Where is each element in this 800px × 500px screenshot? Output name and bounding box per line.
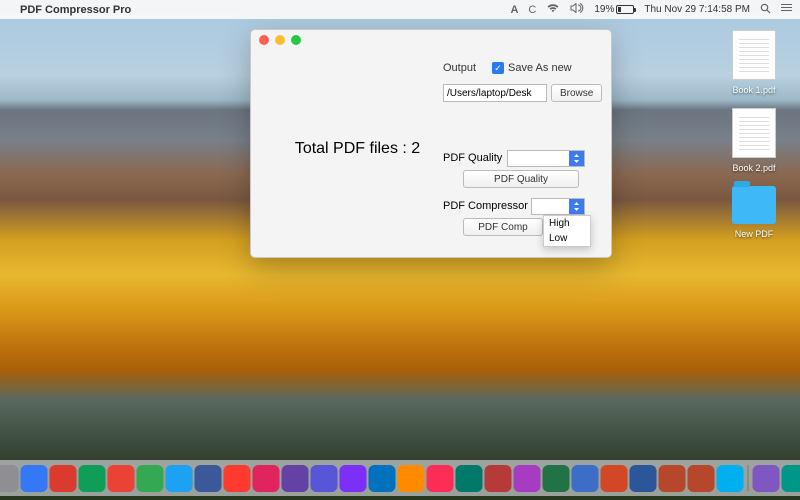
pdf-quality-select[interactable] <box>507 150 585 167</box>
dock-app-18[interactable] <box>456 465 483 492</box>
dock-app-22[interactable] <box>572 465 599 492</box>
dock <box>0 460 800 496</box>
compressor-dropdown-menu: High Low <box>543 215 591 247</box>
save-as-new-label: Save As new <box>508 62 572 74</box>
dock-app-27[interactable] <box>717 465 744 492</box>
window-zoom-button[interactable] <box>291 35 301 45</box>
window-close-button[interactable] <box>259 35 269 45</box>
dock-app-9[interactable] <box>195 465 222 492</box>
desktop-folder-label: New PDF <box>724 228 784 240</box>
output-label: Output <box>443 62 476 74</box>
spotlight-icon[interactable] <box>760 3 771 17</box>
wifi-icon[interactable] <box>546 3 560 16</box>
clock-label: Thu Nov 29 7:14:58 PM <box>644 4 750 15</box>
pdf-file-icon <box>732 30 776 80</box>
dock-app-12[interactable] <box>282 465 309 492</box>
dock-app-21[interactable] <box>543 465 570 492</box>
chevron-updown-icon <box>569 151 584 166</box>
dock-separator <box>748 465 749 491</box>
folder-icon <box>732 186 776 224</box>
pdf-compressor-label: PDF Compressor <box>443 200 528 212</box>
notification-center-icon[interactable] <box>781 3 792 16</box>
dock-app-7[interactable] <box>137 465 164 492</box>
dock-app-28[interactable] <box>753 465 780 492</box>
dock-app-3[interactable] <box>21 465 48 492</box>
window-titlebar[interactable] <box>251 30 611 50</box>
chevron-updown-icon <box>569 199 584 214</box>
pdf-quality-label: PDF Quality <box>443 152 502 164</box>
dock-app-2[interactable] <box>0 465 19 492</box>
dock-app-5[interactable] <box>79 465 106 492</box>
dock-app-23[interactable] <box>601 465 628 492</box>
dock-app-4[interactable] <box>50 465 77 492</box>
dock-app-25[interactable] <box>659 465 686 492</box>
dock-app-10[interactable] <box>224 465 251 492</box>
dropdown-option-low[interactable]: Low <box>544 231 590 246</box>
pdf-file-icon <box>732 108 776 158</box>
window-minimize-button[interactable] <box>275 35 285 45</box>
save-as-new-checkbox[interactable]: ✓ <box>492 62 504 74</box>
desktop-file-book2[interactable]: Book 2.pdf <box>724 108 784 174</box>
app-window: Total PDF files : 2 Output ✓ Save As new… <box>250 29 612 258</box>
output-path-input[interactable] <box>443 84 547 102</box>
volume-icon[interactable] <box>570 3 584 16</box>
battery-status[interactable]: 19% <box>594 4 634 15</box>
dock-app-26[interactable] <box>688 465 715 492</box>
dropdown-option-high[interactable]: High <box>544 216 590 231</box>
pdf-compressor-button[interactable]: PDF Comp <box>463 218 543 236</box>
app-menu-name[interactable]: PDF Compressor Pro <box>20 4 131 16</box>
battery-percent-label: 19% <box>594 4 614 15</box>
pdf-compressor-select[interactable] <box>531 198 585 215</box>
pdf-quality-button[interactable]: PDF Quality <box>463 170 579 188</box>
dock-app-14[interactable] <box>340 465 367 492</box>
dock-app-13[interactable] <box>311 465 338 492</box>
desktop-folder-newpdf[interactable]: New PDF <box>724 186 784 240</box>
battery-icon <box>616 5 634 14</box>
dock-app-20[interactable] <box>514 465 541 492</box>
adobe-menu-icon[interactable]: A <box>510 4 518 16</box>
total-files-label: Total PDF files : 2 <box>265 140 450 158</box>
dock-app-8[interactable] <box>166 465 193 492</box>
dock-app-29[interactable] <box>782 465 800 492</box>
browse-button[interactable]: Browse <box>551 84 602 102</box>
dock-app-6[interactable] <box>108 465 135 492</box>
dock-app-17[interactable] <box>427 465 454 492</box>
dock-app-24[interactable] <box>630 465 657 492</box>
desktop-file-book1[interactable]: Book 1.pdf <box>724 30 784 96</box>
dock-app-11[interactable] <box>253 465 280 492</box>
dock-app-19[interactable] <box>485 465 512 492</box>
dock-app-15[interactable] <box>369 465 396 492</box>
dock-app-16[interactable] <box>398 465 425 492</box>
desktop-file-label: Book 2.pdf <box>724 162 784 174</box>
desktop-file-label: Book 1.pdf <box>724 84 784 96</box>
c-menu-icon[interactable]: C <box>528 4 536 16</box>
menubar: PDF Compressor Pro A C 19% Thu Nov 29 7:… <box>0 0 800 19</box>
window-body: Total PDF files : 2 Output ✓ Save As new… <box>251 50 611 257</box>
